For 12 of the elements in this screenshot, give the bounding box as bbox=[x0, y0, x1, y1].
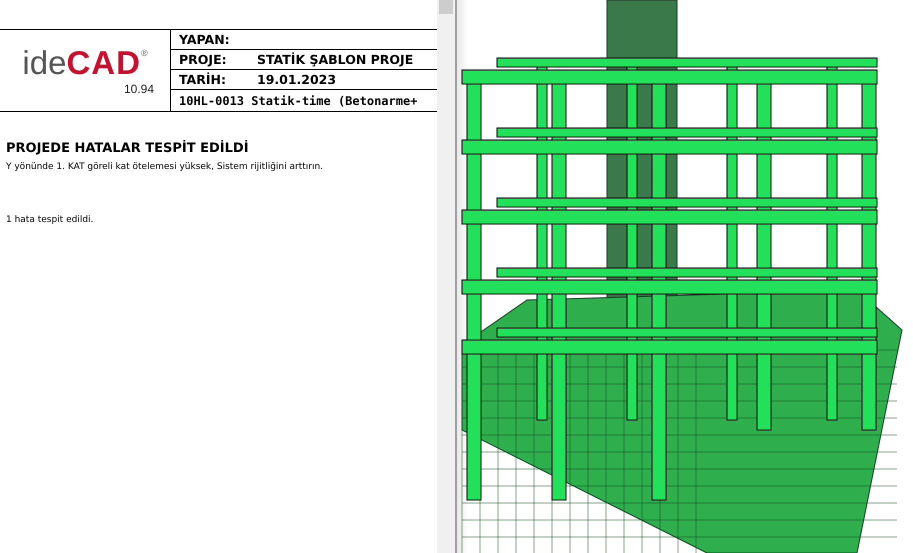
logo: ideCAD® bbox=[22, 46, 148, 78]
error-summary: 1 hata tespit edildi. bbox=[6, 215, 94, 225]
version-label: 10.94 bbox=[124, 82, 154, 96]
field-value: 19.01.2023 bbox=[257, 72, 336, 87]
field-value: STATİK ŞABLON PROJE bbox=[257, 52, 414, 67]
project-subtitle: 10HL-0013 Statik-time (Betonarme+ bbox=[179, 94, 418, 108]
error-message: Y yönünde 1. KAT göreli kat ötelemesi yüksek, Sistem rijitliğini arttırın. bbox=[6, 162, 324, 172]
report-title: PROJEDE HATALAR TESPİT EDİLDİ bbox=[6, 141, 250, 156]
field-label: PROJE: bbox=[179, 52, 228, 67]
field-label: YAPAN: bbox=[179, 32, 231, 47]
scrollbar[interactable] bbox=[437, 0, 455, 553]
field-label: TARİH: bbox=[179, 72, 227, 87]
